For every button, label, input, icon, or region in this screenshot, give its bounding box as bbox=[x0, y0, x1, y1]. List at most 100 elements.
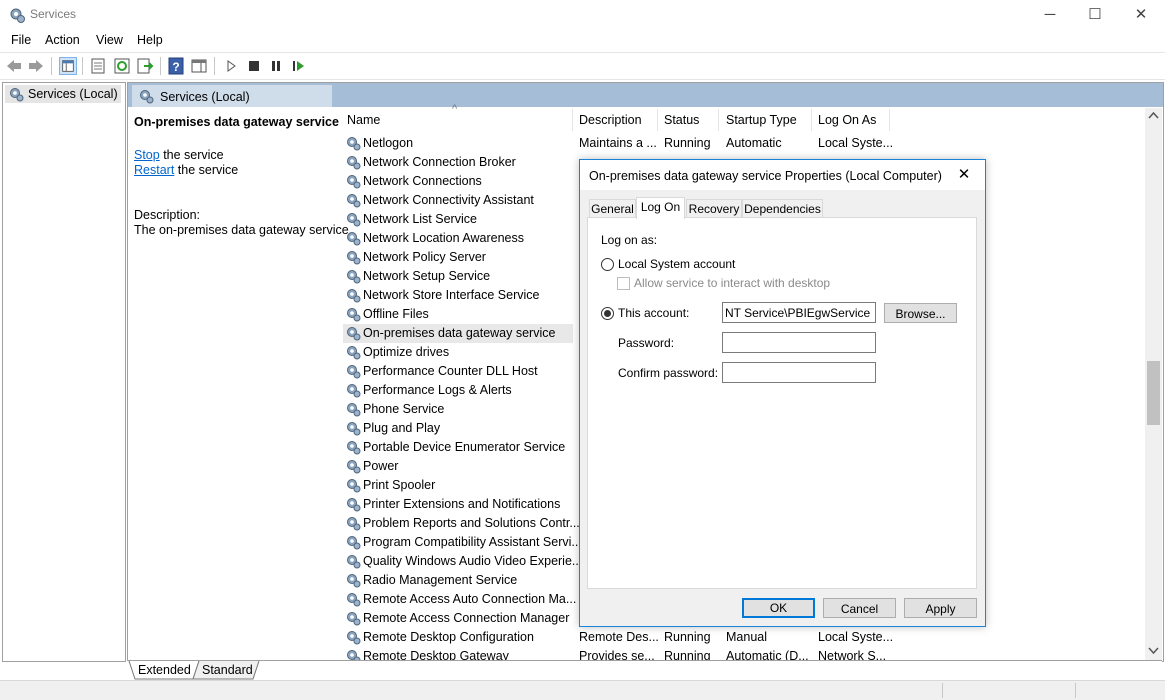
service-name: Network Policy Server bbox=[363, 250, 486, 264]
service-row[interactable]: Power bbox=[343, 457, 573, 476]
browse-button[interactable]: Browse... bbox=[884, 303, 957, 323]
service-name: Network Store Interface Service bbox=[363, 288, 540, 302]
scrollbar-thumb[interactable] bbox=[1147, 361, 1160, 425]
service-row[interactable]: Performance Counter DLL Host bbox=[343, 362, 573, 381]
service-row[interactable]: Plug and Play bbox=[343, 419, 573, 438]
service-row[interactable]: Optimize drives bbox=[343, 343, 573, 362]
menu-help[interactable]: Help bbox=[137, 33, 163, 47]
row-status: Running bbox=[664, 136, 711, 150]
service-gear-icon bbox=[345, 629, 361, 645]
password-input[interactable] bbox=[722, 332, 876, 353]
this-account-radio[interactable] bbox=[601, 307, 614, 320]
restart-link[interactable]: Restart bbox=[134, 163, 174, 177]
refresh-icon[interactable] bbox=[113, 57, 131, 75]
tab-standard[interactable]: Standard bbox=[202, 663, 253, 677]
service-name: Optimize drives bbox=[363, 345, 450, 359]
service-name: Remote Access Auto Connection Ma... bbox=[363, 592, 577, 606]
service-name: Power bbox=[363, 459, 399, 473]
local-system-label[interactable]: Local System account bbox=[618, 257, 735, 271]
service-row[interactable]: Portable Device Enumerator Service bbox=[343, 438, 573, 457]
service-row[interactable]: Phone Service bbox=[343, 400, 573, 419]
row-status: Running bbox=[664, 630, 711, 644]
service-row[interactable]: Network Connectivity Assistant bbox=[343, 191, 573, 210]
service-row[interactable]: Print Spooler bbox=[343, 476, 573, 495]
service-gear-icon bbox=[345, 192, 361, 208]
column-separator[interactable] bbox=[889, 109, 890, 131]
account-input[interactable]: NT Service\PBIEgwService bbox=[722, 302, 876, 323]
service-row[interactable]: On-premises data gateway service bbox=[343, 324, 573, 343]
column-header-description[interactable]: Description bbox=[579, 113, 642, 127]
service-gear-icon bbox=[345, 477, 361, 493]
service-row[interactable]: Network Location Awareness bbox=[343, 229, 573, 248]
confirm-password-input[interactable] bbox=[722, 362, 876, 383]
service-row[interactable]: Remote Desktop Configuration bbox=[343, 628, 573, 647]
service-row[interactable]: Network List Service bbox=[343, 210, 573, 229]
tab-general[interactable]: General bbox=[589, 199, 636, 218]
service-row[interactable]: Remote Access Auto Connection Ma... bbox=[343, 590, 577, 609]
service-row[interactable]: Network Store Interface Service bbox=[343, 286, 573, 305]
tab-dependencies[interactable]: Dependencies bbox=[742, 199, 823, 218]
column-header-status[interactable]: Status bbox=[664, 113, 699, 127]
column-separator[interactable] bbox=[572, 109, 573, 131]
service-name: Network Location Awareness bbox=[363, 231, 524, 245]
start-service-icon[interactable] bbox=[222, 57, 240, 75]
tab-recovery[interactable]: Recovery bbox=[686, 199, 742, 218]
forward-arrow-icon[interactable] bbox=[27, 57, 45, 75]
vertical-scrollbar[interactable] bbox=[1145, 108, 1162, 660]
show-hide-console-tree-icon[interactable] bbox=[59, 57, 77, 75]
column-header-name[interactable]: Name bbox=[347, 113, 380, 127]
pause-service-icon[interactable] bbox=[267, 57, 285, 75]
column-separator[interactable] bbox=[657, 109, 658, 131]
tab-extended[interactable]: Extended bbox=[138, 663, 191, 677]
service-row[interactable]: Netlogon bbox=[343, 134, 573, 153]
service-gear-icon bbox=[345, 344, 361, 360]
stop-line: Stop the service bbox=[134, 148, 224, 162]
password-label: Password: bbox=[618, 336, 675, 350]
service-name: Program Compatibility Assistant Servi... bbox=[363, 535, 582, 549]
export-list-icon[interactable] bbox=[136, 57, 154, 75]
service-gear-icon bbox=[345, 401, 361, 417]
service-row[interactable]: Remote Access Connection Manager bbox=[343, 609, 573, 628]
dialog-close-button[interactable]: ✕ bbox=[952, 164, 976, 186]
row-log-on-as: Local Syste... bbox=[818, 136, 894, 150]
apply-button[interactable]: Apply bbox=[904, 598, 977, 618]
service-row[interactable]: Performance Logs & Alerts bbox=[343, 381, 573, 400]
cancel-button[interactable]: Cancel bbox=[823, 598, 896, 618]
help-icon[interactable]: ? bbox=[167, 57, 185, 75]
menu-action[interactable]: Action bbox=[45, 33, 80, 47]
local-system-radio[interactable] bbox=[601, 258, 614, 271]
scroll-down-arrow-icon[interactable] bbox=[1148, 646, 1159, 655]
properties-sheet-icon[interactable] bbox=[89, 57, 107, 75]
interact-desktop-checkbox[interactable] bbox=[617, 277, 630, 290]
column-separator[interactable] bbox=[718, 109, 719, 131]
stop-link[interactable]: Stop bbox=[134, 148, 160, 162]
service-row[interactable]: Network Policy Server bbox=[343, 248, 573, 267]
service-row[interactable]: Network Setup Service bbox=[343, 267, 573, 286]
service-row[interactable]: Offline Files bbox=[343, 305, 573, 324]
menu-file[interactable]: File bbox=[11, 33, 31, 47]
service-row[interactable]: Radio Management Service bbox=[343, 571, 573, 590]
minimize-button[interactable]: ─ bbox=[1027, 0, 1073, 30]
close-button[interactable]: ✕ bbox=[1118, 0, 1164, 30]
service-row[interactable]: Printer Extensions and Notifications bbox=[343, 495, 573, 514]
this-account-label[interactable]: This account: bbox=[618, 306, 689, 320]
back-arrow-icon[interactable] bbox=[5, 57, 23, 75]
column-header-log-on-as[interactable]: Log On As bbox=[818, 113, 876, 127]
service-row[interactable]: Problem Reports and Solutions Contr... bbox=[343, 514, 580, 533]
maximize-button[interactable]: ☐ bbox=[1072, 0, 1118, 30]
service-row[interactable]: Network Connections bbox=[343, 172, 573, 191]
tab-log-on[interactable]: Log On bbox=[636, 197, 685, 219]
scroll-up-arrow-icon[interactable] bbox=[1148, 111, 1159, 120]
tree-item-services-local[interactable]: Services (Local) bbox=[5, 85, 121, 103]
show-action-pane-icon[interactable] bbox=[190, 57, 208, 75]
confirm-password-label: Confirm password: bbox=[618, 366, 719, 380]
stop-service-icon[interactable] bbox=[245, 57, 263, 75]
service-row[interactable]: Program Compatibility Assistant Servi... bbox=[343, 533, 582, 552]
ok-button[interactable]: OK bbox=[742, 598, 815, 618]
service-row[interactable]: Quality Windows Audio Video Experie... bbox=[343, 552, 582, 571]
column-header-startup-type[interactable]: Startup Type bbox=[726, 113, 797, 127]
column-separator[interactable] bbox=[811, 109, 812, 131]
service-row[interactable]: Network Connection Broker bbox=[343, 153, 573, 172]
restart-service-icon[interactable] bbox=[290, 57, 308, 75]
menu-view[interactable]: View bbox=[96, 33, 123, 47]
